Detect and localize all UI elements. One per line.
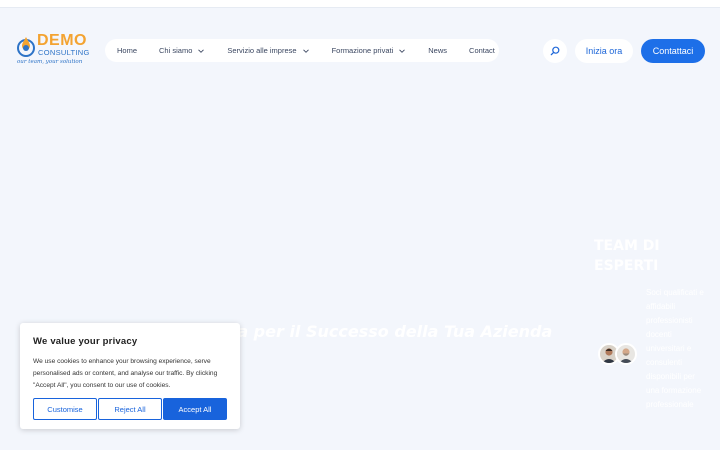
- accept-all-button[interactable]: Accept All: [163, 398, 227, 420]
- nav-item-label: Chi siamo: [159, 46, 193, 55]
- cookie-title: We value your privacy: [33, 336, 138, 347]
- nav-item-contact[interactable]: Contact: [469, 46, 495, 55]
- chevron-down-icon: [198, 48, 205, 53]
- nav-item-label: News: [428, 46, 448, 55]
- team-avatars: [596, 343, 640, 365]
- cookie-text: We use cookies to enhance your browsing …: [33, 358, 218, 389]
- top-strip: [0, 0, 720, 8]
- logo-title: DEMO: [37, 32, 87, 49]
- customise-button[interactable]: Customise: [33, 398, 97, 420]
- chevron-down-icon: [302, 48, 309, 53]
- person-icon: [617, 345, 635, 363]
- reject-all-button[interactable]: Reject All: [98, 398, 162, 420]
- logo-subtitle: CONSULTING: [38, 48, 90, 57]
- search-button[interactable]: [543, 39, 567, 63]
- nav-item-label: Home: [117, 46, 138, 55]
- main-nav: Home Chi siamo Servizio alle imprese For…: [105, 39, 499, 62]
- contact-us-button[interactable]: Contattaci: [641, 39, 705, 63]
- nav-item-news[interactable]: News: [428, 46, 447, 55]
- search-icon: [550, 46, 560, 56]
- nav-item-label: Servizio alle imprese: [227, 46, 297, 55]
- nav-item-servizio-imprese[interactable]: Servizio alle imprese: [227, 46, 309, 55]
- nav-item-home[interactable]: Home: [117, 46, 137, 55]
- cookie-actions: Customise Reject All Accept All: [33, 398, 227, 420]
- logo[interactable]: DEMO CONSULTING our team, your solution: [16, 33, 90, 69]
- nav-item-formazione-privati[interactable]: Formazione privati: [332, 46, 407, 55]
- cookie-banner: We value your privacy We use cookies to …: [20, 323, 240, 429]
- chevron-down-icon: [399, 48, 406, 53]
- logo-mark-icon: [17, 37, 35, 57]
- nav-item-label: Formazione privati: [331, 46, 394, 55]
- logo-tagline: our team, your solution: [17, 59, 83, 65]
- nav-item-chi-siamo[interactable]: Chi siamo: [159, 46, 205, 55]
- avatar: [615, 343, 637, 365]
- nav-item-label: Contact: [469, 46, 495, 55]
- team-description: Soci qualificati e affidabili profession…: [646, 288, 704, 409]
- start-now-button[interactable]: Inizia ora: [575, 39, 633, 63]
- team-title: TEAM DI ESPERTI: [594, 238, 660, 274]
- hero-headline: za per il Successo della Tua Azienda: [228, 322, 553, 341]
